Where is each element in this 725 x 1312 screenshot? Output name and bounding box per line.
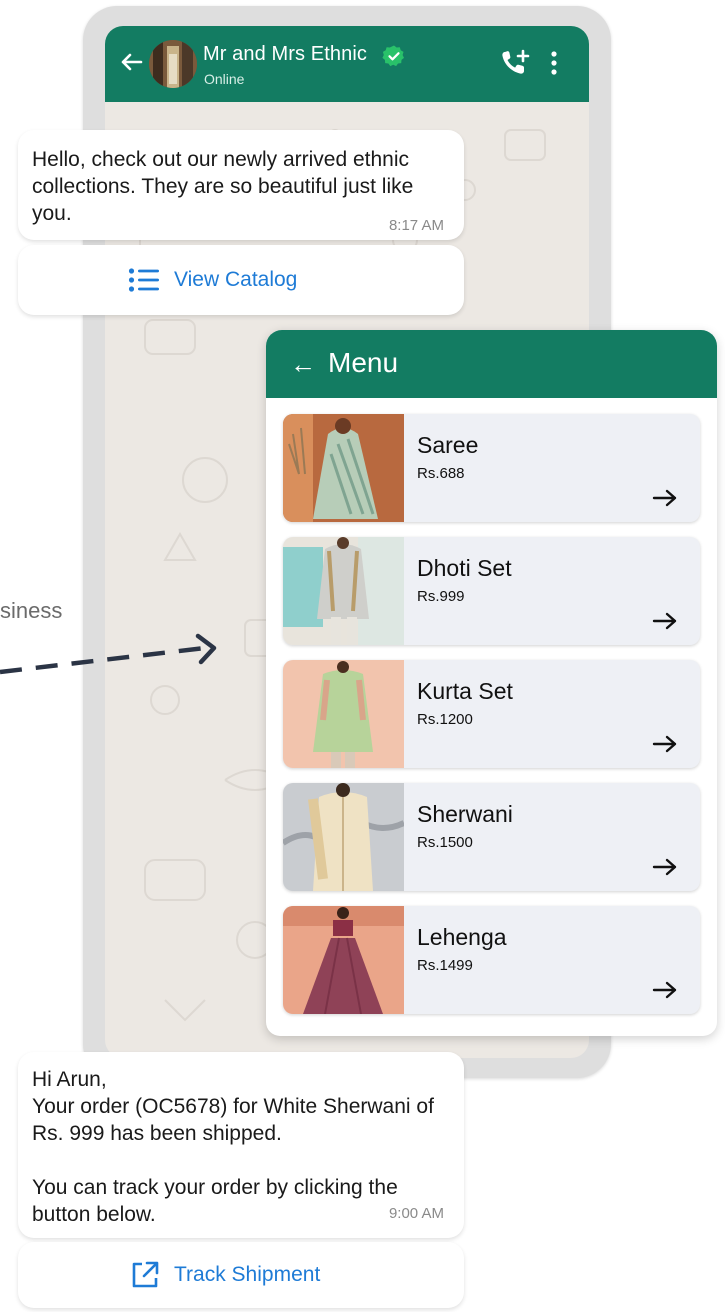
lehenga-thumbnail — [283, 906, 404, 1014]
item-name: Lehenga — [417, 924, 507, 950]
add-call-icon[interactable] — [499, 48, 531, 78]
sherwani-thumbnail — [283, 783, 404, 891]
more-vert-icon[interactable] — [547, 48, 561, 78]
view-catalog-button[interactable]: View Catalog — [18, 245, 464, 315]
external-link-icon — [132, 1261, 159, 1288]
menu-item-sherwani[interactable]: Sherwani Rs.1500 — [283, 783, 700, 891]
track-shipment-label: Track Shipment — [174, 1263, 321, 1286]
menu-back-icon[interactable]: ← — [290, 348, 316, 380]
item-price: Rs.1200 — [417, 711, 473, 728]
contact-status: Online — [204, 71, 245, 87]
view-catalog-label: View Catalog — [174, 268, 298, 291]
item-price: Rs.1499 — [417, 957, 473, 974]
menu-list: Saree Rs.688 Dhoti Set Rs.999 Kurta Set … — [283, 414, 700, 1029]
chat-header: Mr and Mrs Ethnic Online — [105, 26, 589, 102]
kurta-set-thumbnail — [283, 660, 404, 768]
message-bubble: Hi Arun, Your order (OC5678) for White S… — [18, 1052, 464, 1238]
menu-panel: ← Menu Saree Rs.688 Dhoti Set Rs.999 Kur… — [266, 330, 717, 1036]
back-arrow-icon[interactable] — [117, 48, 145, 76]
arrow-right-icon — [652, 981, 677, 999]
item-name: Kurta Set — [417, 678, 513, 704]
arrow-right-icon — [652, 612, 677, 630]
message-bubble: Hello, check out our newly arrived ethni… — [18, 130, 464, 240]
item-name: Saree — [417, 432, 479, 458]
avatar[interactable] — [149, 40, 197, 88]
track-shipment-button[interactable]: Track Shipment — [18, 1242, 464, 1308]
message-text: Hi Arun, Your order (OC5678) for White S… — [32, 1068, 434, 1226]
arrow-right-icon — [652, 735, 677, 753]
menu-header: ← Menu — [266, 330, 717, 398]
item-price: Rs.688 — [417, 465, 465, 482]
contact-name[interactable]: Mr and Mrs Ethnic — [203, 43, 367, 66]
message-time: 9:00 AM — [388, 1205, 444, 1222]
menu-item-lehenga[interactable]: Lehenga Rs.1499 — [283, 906, 700, 1014]
item-name: Sherwani — [417, 801, 513, 827]
menu-title: Menu — [328, 347, 399, 378]
dashed-arrow-icon — [0, 633, 217, 675]
item-price: Rs.1500 — [417, 834, 473, 851]
side-caption: siness — [0, 598, 63, 623]
saree-thumbnail — [283, 414, 404, 522]
item-price: Rs.999 — [417, 588, 465, 605]
item-name: Dhoti Set — [417, 555, 512, 581]
menu-item-saree[interactable]: Saree Rs.688 — [283, 414, 700, 522]
arrow-right-icon — [652, 489, 677, 507]
dhoti-set-thumbnail — [283, 537, 404, 645]
menu-item-kurta-set[interactable]: Kurta Set Rs.1200 — [283, 660, 700, 768]
message-time: 8:17 AM — [388, 217, 444, 234]
arrow-right-icon — [652, 858, 677, 876]
menu-item-dhoti-set[interactable]: Dhoti Set Rs.999 — [283, 537, 700, 645]
message-text: Hello, check out our newly arrived ethni… — [32, 148, 414, 225]
verified-badge-icon — [382, 45, 404, 67]
list-icon — [128, 268, 159, 292]
